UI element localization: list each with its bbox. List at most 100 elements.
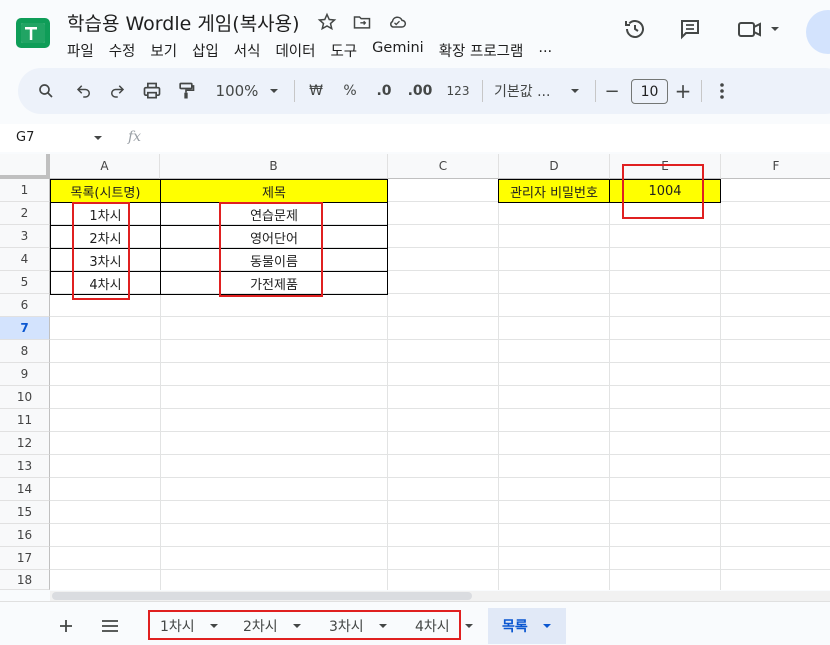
row-header-16[interactable]: 16 xyxy=(0,524,50,547)
increase-decimal-label: .00 xyxy=(407,83,433,99)
row-header-10[interactable]: 10 xyxy=(0,386,50,409)
increase-font-size-button[interactable]: + xyxy=(673,68,693,114)
row-header-5[interactable]: 5 xyxy=(0,271,50,294)
cell-d1[interactable]: 관리자 비밀번호 xyxy=(498,179,610,203)
toolbar-divider xyxy=(595,80,596,102)
menu-extensions[interactable]: 확장 프로그램 xyxy=(439,40,524,61)
gridline xyxy=(720,179,721,590)
toolbar-divider xyxy=(701,80,702,102)
row-header-8[interactable]: 8 xyxy=(0,340,50,363)
undo-icon[interactable] xyxy=(72,68,96,114)
minus-icon: − xyxy=(604,80,620,102)
menu-edit[interactable]: 수정 xyxy=(109,40,136,61)
row-header-1[interactable]: 1 xyxy=(0,179,50,202)
menu-format[interactable]: 서식 xyxy=(234,40,261,61)
menu-insert[interactable]: 삽입 xyxy=(192,40,219,61)
spreadsheet-grid[interactable]: A B C D E F 1 2 3 4 5 6 7 8 9 10 11 12 1… xyxy=(0,154,830,590)
font-size-input[interactable]: 10 xyxy=(631,79,668,104)
menu-more[interactable]: ... xyxy=(538,40,552,61)
toolbar-divider xyxy=(294,80,295,102)
zoom-chevron-down-icon[interactable] xyxy=(266,68,282,114)
column-header-c[interactable]: C xyxy=(388,154,499,179)
add-sheet-icon[interactable] xyxy=(58,608,74,644)
comments-icon[interactable] xyxy=(677,16,703,42)
row-header-14[interactable]: 14 xyxy=(0,478,50,501)
percent-symbol: % xyxy=(343,83,357,99)
column-header-a[interactable]: A xyxy=(50,154,160,179)
cloud-saved-icon[interactable] xyxy=(386,11,408,33)
horizontal-scrollbar[interactable] xyxy=(50,591,830,601)
row-header-15[interactable]: 15 xyxy=(0,501,50,524)
row-header-12[interactable]: 12 xyxy=(0,432,50,455)
plus-icon: + xyxy=(674,79,692,103)
decrease-decimal-label: .0 xyxy=(376,83,392,99)
column-header-b[interactable]: B xyxy=(160,154,388,179)
increase-decimal-button[interactable]: .00 xyxy=(404,68,436,114)
search-menus-icon[interactable] xyxy=(34,68,58,114)
gridline xyxy=(50,408,830,409)
gridline xyxy=(50,385,830,386)
menu-view[interactable]: 보기 xyxy=(150,40,177,61)
menu-tools[interactable]: 도구 xyxy=(330,40,357,61)
all-sheets-icon[interactable] xyxy=(101,608,119,644)
meet-icon[interactable] xyxy=(735,16,785,42)
select-all-corner[interactable] xyxy=(0,154,50,179)
row-header-13[interactable]: 13 xyxy=(0,455,50,478)
decrease-font-size-button[interactable]: − xyxy=(602,68,622,114)
gridline xyxy=(498,179,499,590)
redo-icon[interactable] xyxy=(105,68,129,114)
sheet-tab-list[interactable]: 목록 xyxy=(488,608,566,644)
font-chevron-down-icon[interactable] xyxy=(567,68,583,114)
currency-symbol: ₩ xyxy=(309,83,323,99)
font-value: 기본값 ... xyxy=(494,84,551,100)
percent-format-button[interactable]: % xyxy=(336,68,364,114)
menu-file[interactable]: 파일 xyxy=(67,40,94,61)
gridline xyxy=(50,569,830,570)
gridline xyxy=(50,362,830,363)
row-header-7[interactable]: 7 xyxy=(0,317,50,340)
more-options-icon[interactable] xyxy=(712,68,732,114)
cell-b1[interactable]: 제목 xyxy=(160,179,388,203)
zoom-value: 100% xyxy=(215,82,259,100)
paint-format-icon[interactable] xyxy=(174,68,198,114)
chevron-down-icon[interactable] xyxy=(464,621,474,631)
spreadsheet-app: 학습용 Wordle 게임(복사용) 파일 수정 보기 삽입 서식 데이터 도구… xyxy=(0,0,830,645)
menu-data[interactable]: 데이터 xyxy=(275,40,315,61)
row-header-18[interactable]: 18 xyxy=(0,570,50,590)
sheet-tabs-bar: 1차시 2차시 3차시 4차시 목록 xyxy=(0,601,830,645)
document-title[interactable]: 학습용 Wordle 게임(복사용) xyxy=(67,9,300,36)
gridline xyxy=(50,454,830,455)
row-header-6[interactable]: 6 xyxy=(0,294,50,317)
zoom-select[interactable]: 100% xyxy=(212,68,262,114)
chevron-down-icon[interactable] xyxy=(542,621,552,631)
column-header-d[interactable]: D xyxy=(499,154,610,179)
scrollbar-thumb[interactable] xyxy=(52,592,472,600)
more-formats-button[interactable]: 123 xyxy=(442,68,474,114)
decrease-decimal-button[interactable]: .0 xyxy=(370,68,398,114)
name-box[interactable]: G7 xyxy=(16,130,34,145)
gridline xyxy=(50,431,830,432)
name-box-chevron-down-icon[interactable] xyxy=(93,133,103,143)
version-history-icon[interactable] xyxy=(622,16,648,42)
sheets-logo-icon[interactable] xyxy=(16,18,50,48)
move-folder-icon[interactable] xyxy=(351,11,373,33)
print-icon[interactable] xyxy=(140,68,164,114)
cell-a1[interactable]: 목록(시트명) xyxy=(50,179,161,203)
avatar[interactable] xyxy=(806,10,830,54)
menu-gemini[interactable]: Gemini xyxy=(372,40,424,61)
row-header-11[interactable]: 11 xyxy=(0,409,50,432)
annotation-box-password xyxy=(622,164,704,219)
row-header-17[interactable]: 17 xyxy=(0,547,50,570)
title-bar: 학습용 Wordle 게임(복사용) 파일 수정 보기 삽입 서식 데이터 도구… xyxy=(0,0,830,66)
currency-format-button[interactable]: ₩ xyxy=(302,68,330,114)
row-header-3[interactable]: 3 xyxy=(0,225,50,248)
more-formats-label: 123 xyxy=(446,84,470,98)
annotation-box-sheet-tabs xyxy=(148,610,461,640)
menu-bar: 파일 수정 보기 삽입 서식 데이터 도구 Gemini 확장 프로그램 ... xyxy=(67,40,567,61)
gridline xyxy=(50,316,830,317)
row-header-9[interactable]: 9 xyxy=(0,363,50,386)
row-header-4[interactable]: 4 xyxy=(0,248,50,271)
star-icon[interactable] xyxy=(316,11,338,33)
column-header-f[interactable]: F xyxy=(721,154,830,179)
row-header-2[interactable]: 2 xyxy=(0,202,50,225)
